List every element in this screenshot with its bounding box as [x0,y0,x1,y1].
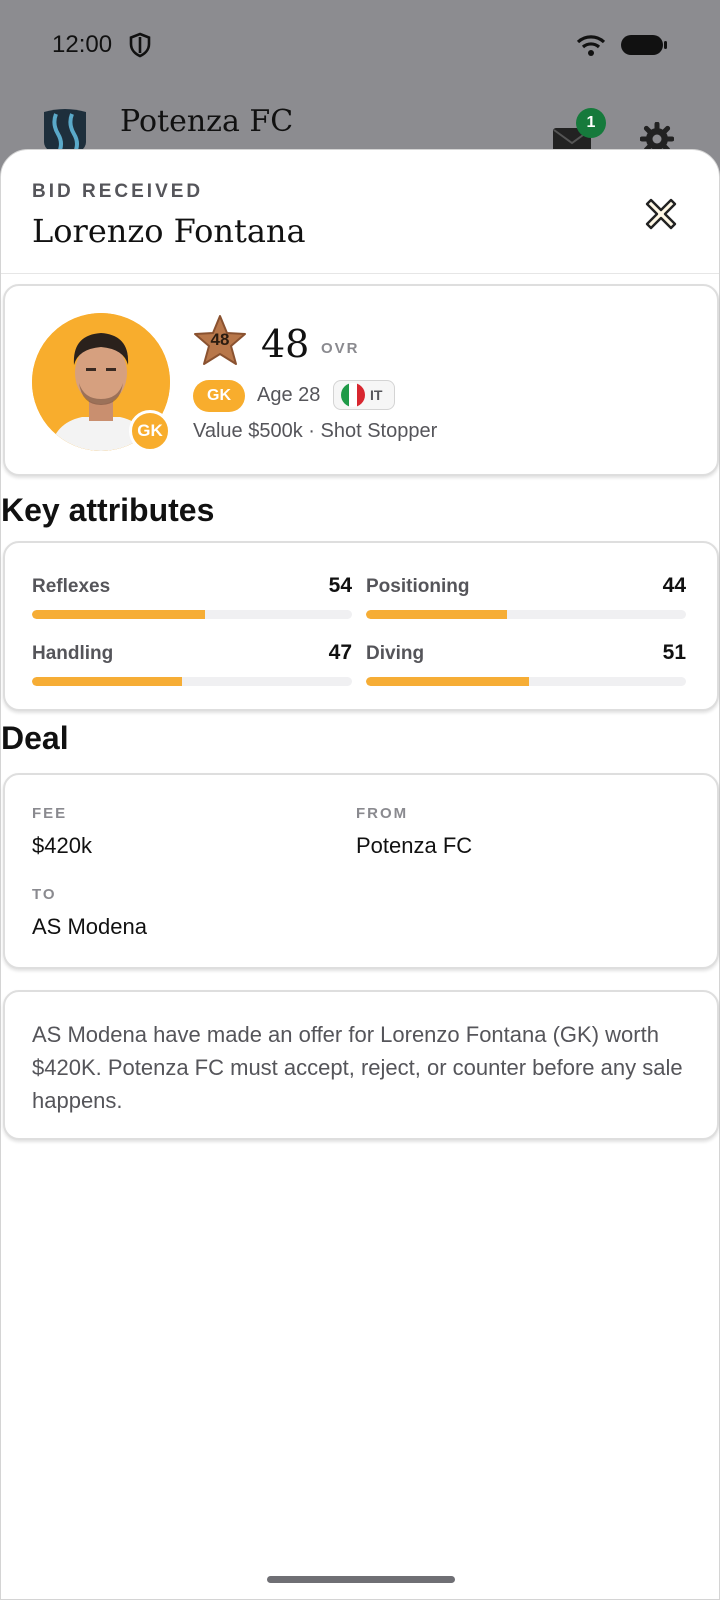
italy-flag-icon [341,383,365,407]
attribute-name: Reflexes [32,576,111,597]
to-label: TO [32,886,57,903]
attribute-bar [366,610,686,619]
shield-icon [129,32,151,58]
attribute-bar [366,677,686,686]
attribute-bar-fill [32,610,205,619]
app-header: Potenza FC 1 [0,96,720,158]
bid-message-card: AS Modena have made an offer for Lorenzo… [3,990,719,1140]
ovr-value: 48 [261,322,310,366]
bid-sheet: BID RECEIVED Lorenzo Fontana GK 48 48 OV… [0,149,720,1600]
attribute-bar-fill [366,610,507,619]
to-value: AS Modena [32,914,147,939]
from-label: FROM [356,805,409,822]
bid-message: AS Modena have made an offer for Lorenzo… [32,1022,683,1113]
attribute-name: Handling [32,643,114,664]
notification-badge[interactable]: 1 [576,108,606,138]
nationality-chip: IT [333,380,395,410]
attribute-name: Positioning [366,576,470,597]
sheet-eyebrow: BID RECEIVED [32,181,204,202]
position-chip: GK [193,380,245,412]
nationality-code: IT [370,387,383,403]
key-attributes-heading: Key attributes [1,492,215,528]
attribute-bar-fill [32,677,183,686]
attribute-bar-fill [366,677,530,686]
status-bar: 12:00 [0,0,720,90]
status-time: 12:00 [52,31,113,58]
sheet-header: BID RECEIVED Lorenzo Fontana [1,150,719,274]
sheet-title: Lorenzo Fontana [32,212,306,250]
fee-label: FEE [32,805,68,822]
rating-star-value: 48 [210,330,230,349]
attribute-value: 47 [328,641,352,664]
deal-heading: Deal [1,720,69,756]
home-indicator[interactable] [267,1576,455,1583]
close-button[interactable] [641,194,681,234]
attribute-value: 51 [662,641,686,664]
player-age: Age 28 [257,384,321,406]
from-value: Potenza FC [356,833,473,858]
attribute-name: Diving [366,643,425,664]
attribute-bar [32,677,352,686]
player-value-line: Value $500k · Shot Stopper [193,420,438,442]
attribute-bar [32,610,352,619]
close-icon[interactable] [642,195,680,233]
position-badge: GK [129,410,171,452]
club-name[interactable]: Potenza FC [120,104,293,139]
player-card[interactable]: GK 48 48 OVR GK Age 28 IT Value $500k · … [3,284,719,476]
key-attributes-card: Reflexes 54 Positioning 44 Handling 47 D… [3,541,719,711]
attribute-value: 44 [662,574,686,597]
wifi-icon [576,35,606,56]
deal-card: FEE $420k FROM Potenza FC TO AS Modena [3,773,719,969]
attribute-value: 54 [328,574,352,597]
ovr-label: OVR [321,340,360,357]
battery-icon [621,35,667,55]
fee-value: $420k [32,833,92,858]
